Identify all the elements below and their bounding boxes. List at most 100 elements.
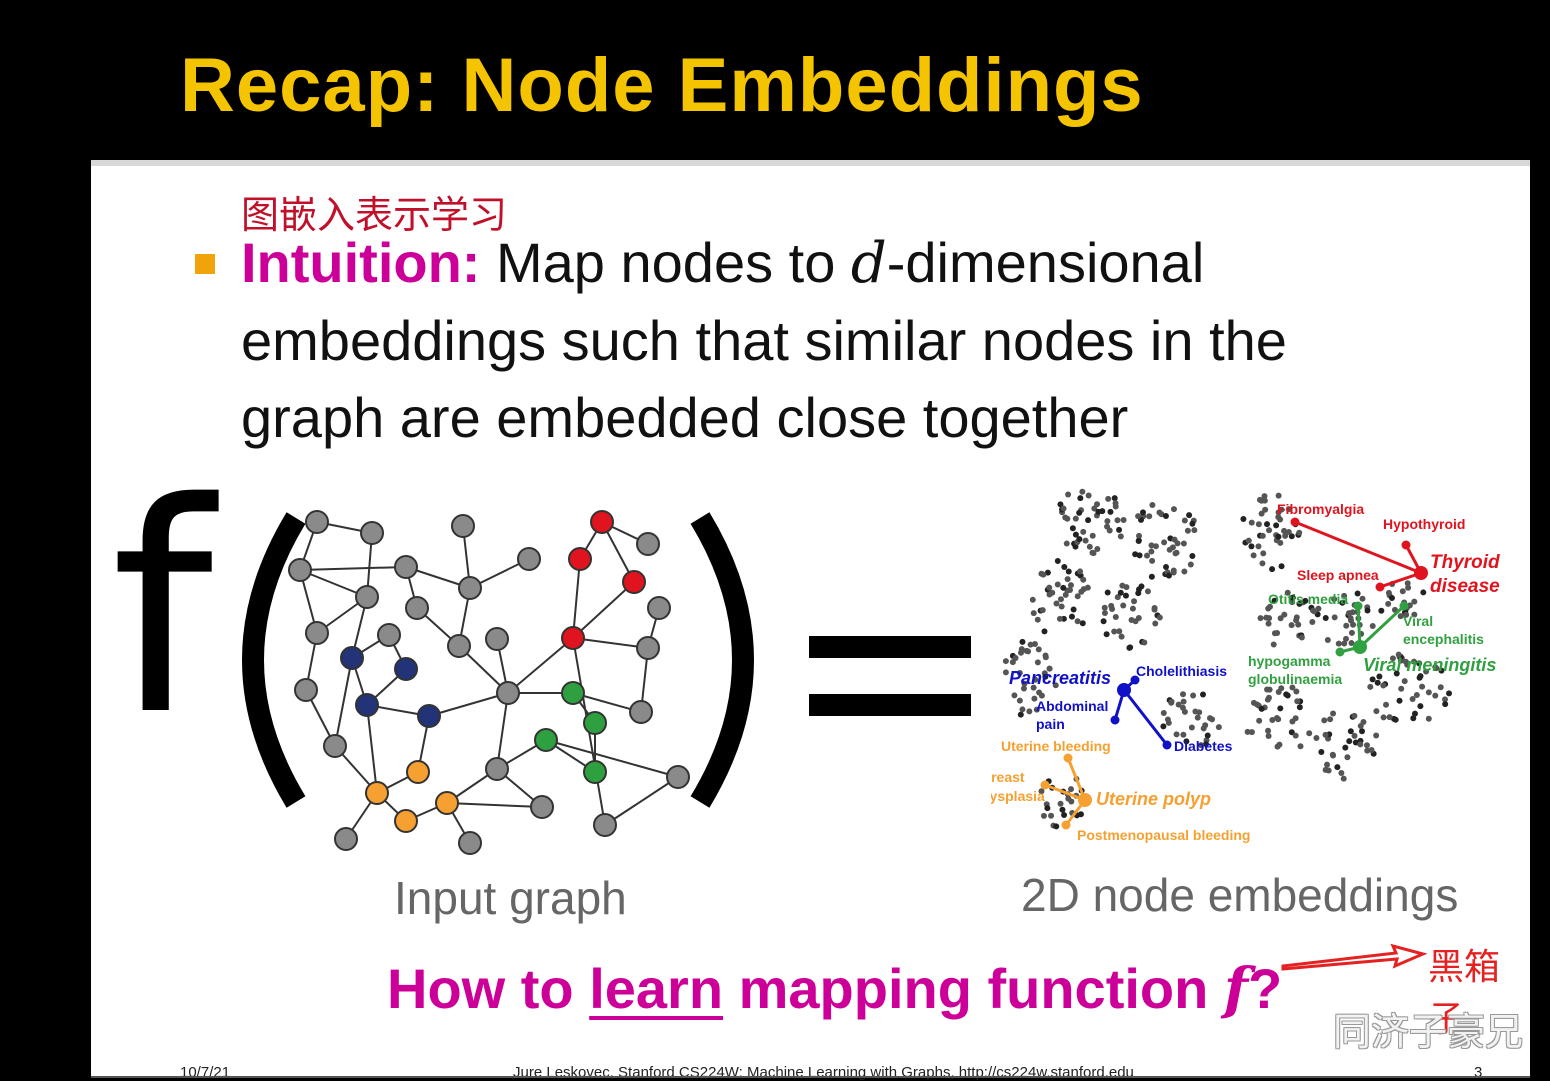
embedding-point [1194,714,1201,721]
embedding-point [1044,805,1051,812]
embedding-point [1262,506,1269,513]
embedding-point [1260,550,1267,557]
embedding-point [1410,715,1417,722]
embedding-point [1053,600,1060,607]
embedding-point [1019,706,1026,713]
embedding-point [1084,584,1091,591]
embedding-highlight-point [1110,715,1120,725]
q-var: f [1223,956,1248,1022]
embedding-point [1086,543,1093,550]
embedding-point [1139,509,1146,516]
embedding-point [1373,732,1380,739]
embedding-point [1056,615,1063,622]
embedding-point [1200,725,1207,732]
embedding-point [1266,527,1273,534]
embedding-point [1136,586,1143,593]
embedding-point [1349,609,1356,616]
embedding-plot: Fibromyalgia Hypothyroid Thyroid disease Sle… [991,488,1500,843]
embedding-point [1012,655,1019,662]
embedding-point [1165,719,1172,726]
graph-edge [572,581,635,639]
graph-node [394,657,418,681]
embedding-point [1357,741,1364,748]
graph-node [451,514,475,538]
embedding-point [1373,708,1380,715]
embedding-hub-point [1078,793,1092,807]
function-symbol: f [111,442,214,779]
embedding-point [1309,619,1316,626]
q-underlined: learn [589,957,724,1020]
embedding-label: dysplasia [991,788,1045,804]
variable-d: d [850,231,887,296]
embedding-point [1038,570,1045,577]
embedding-hub-point [1353,640,1367,654]
embedding-point [1250,552,1257,559]
graph-node [377,623,401,647]
embedding-point [1180,540,1187,547]
embedding-point [1187,561,1194,568]
embedding-point [1248,519,1255,526]
embedding-point [1120,517,1127,524]
embedding-point [1104,518,1111,525]
embedding-point [1180,691,1187,698]
embedding-point [1363,742,1370,749]
bullet-text: Intuition: Map nodes to d-dimensional em… [241,224,1391,456]
embedding-label: hypogamma [1248,653,1331,669]
embedding-point [1354,590,1361,597]
graph-edge [366,704,378,794]
embedding-point [1131,598,1138,605]
embedding-point [1181,517,1188,524]
embedding-point [1077,568,1084,575]
embedding-point [1334,764,1341,771]
footer-credit: Jure Leskovec, Stanford CS224W: Machine … [513,1064,1134,1081]
embedding-point [1380,714,1387,721]
embedding-point [1189,553,1196,560]
graph-node [406,760,430,784]
embedding-point [1281,527,1288,534]
embedding-point [1392,716,1399,723]
embedding-point [1327,716,1334,723]
embedding-point [1034,616,1041,623]
embedding-point [1163,563,1170,570]
embedding-point [1146,513,1153,520]
embedding-point [1076,536,1083,543]
embedding-point [1040,812,1047,819]
embedding-point [1200,691,1207,698]
red-arrow-icon [1281,943,1428,971]
embedding-point [1215,724,1222,731]
embedding-point [1388,595,1395,602]
embedding-point [1259,532,1266,539]
embedding-label: Otitis media [1268,591,1348,607]
embedding-point [1281,611,1288,618]
embedding-point [1270,641,1277,648]
embedding-point [1108,602,1115,609]
embedding-point [1089,532,1096,539]
embedding-point [1060,584,1067,591]
embedding-point [1425,689,1432,696]
embedding-point [1347,615,1354,622]
embedding-point [1105,495,1112,502]
embedding-point [1188,724,1195,731]
embedding-point [1148,573,1155,580]
embedding-point [1425,715,1432,722]
embedding-point [1184,527,1191,534]
embedding-point [1165,572,1172,579]
embedding-point [1369,623,1376,630]
embedding-point [1189,520,1196,527]
graph-node [447,634,471,658]
graph-node [568,547,592,571]
embedding-point [1265,694,1272,701]
embedding-link [1122,689,1169,746]
embedding-point [1181,568,1188,575]
embedding-label: globulinaemia [1248,671,1342,687]
embedding-point [1129,605,1136,612]
bullet-text-part: Map nodes to [480,231,851,294]
embedding-point [1059,806,1066,813]
embedding-point [1288,622,1295,629]
embedding-label: Abdominal [1036,698,1108,714]
embedding-point [1248,729,1255,736]
embedding-label: Uterine polyp [1096,789,1211,809]
bottom-rule [91,1076,1530,1078]
embedding-point [1070,606,1077,613]
graph-node [305,510,329,534]
